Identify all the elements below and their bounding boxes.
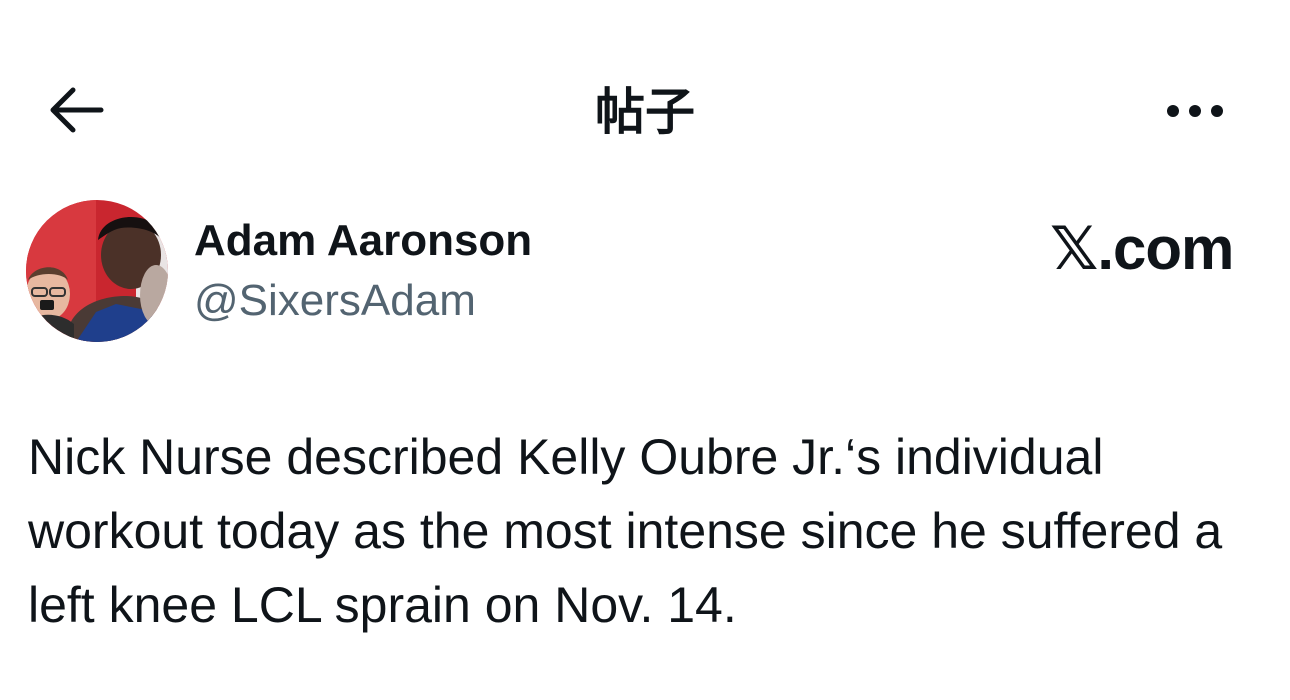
author-name[interactable]: Adam Aaronson [194,214,532,268]
page-title: 帖子 [595,83,695,141]
more-horizontal-icon [1167,105,1223,117]
post-text: Nick Nurse described Kelly Oubre Jr.‘s i… [28,429,1223,633]
avatar-photo [26,200,168,342]
avatar[interactable] [26,200,168,342]
more-options-button[interactable] [1160,86,1230,136]
x-com-logo: 𝕏.com [1050,214,1234,284]
author-handle[interactable]: @SixersAdam [194,274,476,328]
top-navigation-bar: 帖子 [0,60,1290,160]
x-com-logo-text: 𝕏.com [1050,215,1234,282]
